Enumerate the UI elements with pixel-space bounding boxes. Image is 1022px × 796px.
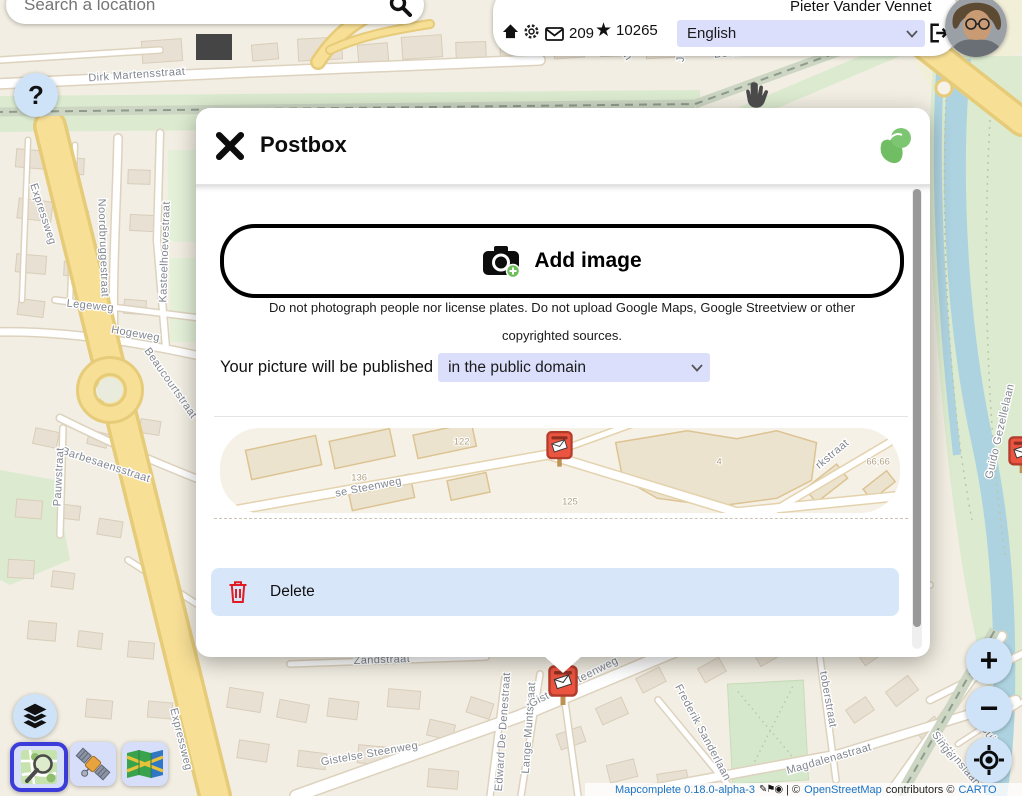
postbox-dialog: Postbox Add image Do not photograph peop… <box>196 108 930 657</box>
help-button[interactable]: ? <box>14 73 58 117</box>
housenumber: 125 <box>562 496 578 507</box>
chevron-down-icon <box>691 364 703 372</box>
hand-cursor <box>740 78 776 114</box>
divider <box>214 416 908 417</box>
mapcomplete-logo-icon <box>876 126 912 164</box>
star-count: 10265 <box>616 22 658 39</box>
changes-button[interactable]: ★ 10265 <box>595 21 658 40</box>
license-prefix: Your picture will be published <box>220 358 433 377</box>
license-row: Your picture will be published in the pu… <box>220 353 710 382</box>
plus-icon: + <box>980 644 999 676</box>
attribution-separator: | © <box>786 784 800 796</box>
add-image-label: Add image <box>534 249 641 273</box>
osm-carto-icon <box>20 749 58 785</box>
language-value: English <box>687 25 736 42</box>
gear-icon <box>523 23 540 40</box>
housenumber: 4 <box>716 457 721 468</box>
delete-label: Delete <box>270 583 315 601</box>
settings-button[interactable] <box>523 23 540 40</box>
home-button[interactable] <box>502 23 519 40</box>
housenumber: 136 <box>351 472 367 483</box>
carto-link[interactable]: CARTO <box>958 784 996 796</box>
home-icon <box>502 23 519 40</box>
housenumber: 66;66 <box>866 457 890 468</box>
divider-dashed <box>214 518 908 519</box>
satellite-icon <box>75 746 111 782</box>
dialog-pointer <box>544 656 582 673</box>
mapcomplete-version-link[interactable]: Mapcomplete 0.18.0-alpha-3 <box>615 784 755 796</box>
envelope-icon <box>545 27 564 41</box>
search-input[interactable] <box>22 0 388 16</box>
photo-disclaimer: Do not photograph people nor license pla… <box>234 294 890 350</box>
attribution-contributors: contributors © <box>886 784 955 796</box>
mapcomplete-app: { "search": { "placeholder": "Search a l… <box>0 0 1022 796</box>
add-image-button[interactable]: Add image <box>220 224 904 298</box>
dialog-title: Postbox <box>260 132 347 158</box>
feature-minimap[interactable]: se Steenweg rkstraat 122 136 125 4 66;66 <box>220 428 900 513</box>
dialog-scrollbar[interactable] <box>912 187 922 649</box>
zoom-out-button[interactable]: − <box>966 686 1012 732</box>
background-satellite-button[interactable] <box>70 742 116 786</box>
trash-icon <box>228 580 248 604</box>
crosshair-icon <box>973 744 1005 776</box>
search-icon[interactable] <box>388 0 412 17</box>
layers-button[interactable] <box>13 694 57 738</box>
message-count: 209 <box>569 25 594 42</box>
license-value: in the public domain <box>448 359 586 377</box>
osm-link[interactable]: OpenStreetMap <box>804 784 882 796</box>
attribution-icons[interactable]: ✎⚑◉ <box>759 784 782 795</box>
minus-icon: − <box>980 692 999 724</box>
star-icon: ★ <box>595 21 612 40</box>
background-map-button[interactable] <box>122 742 168 786</box>
close-icon[interactable] <box>214 130 246 162</box>
messages-button[interactable]: 209 <box>545 25 594 42</box>
geolocate-button[interactable] <box>966 737 1012 783</box>
zoom-in-button[interactable]: + <box>966 638 1012 684</box>
background-osm-button[interactable] <box>10 742 68 792</box>
housenumber: 122 <box>454 437 470 448</box>
license-select[interactable]: in the public domain <box>438 353 710 382</box>
search-bar[interactable] <box>6 0 424 24</box>
layers-icon <box>19 701 51 731</box>
scrollbar-thumb[interactable] <box>913 189 921 627</box>
question-mark: ? <box>28 80 44 111</box>
chevron-down-icon <box>906 30 918 38</box>
attribution-bar: Mapcomplete 0.18.0-alpha-3 ✎⚑◉ | © OpenS… <box>585 783 1022 796</box>
postbox-marker-edge[interactable] <box>1008 436 1022 475</box>
user-name[interactable]: Pieter Vander Vennet <box>790 0 932 15</box>
folded-map-icon <box>126 749 164 779</box>
camera-icon <box>482 244 520 278</box>
language-select[interactable]: English <box>677 20 925 47</box>
delete-button[interactable]: Delete <box>211 568 899 616</box>
